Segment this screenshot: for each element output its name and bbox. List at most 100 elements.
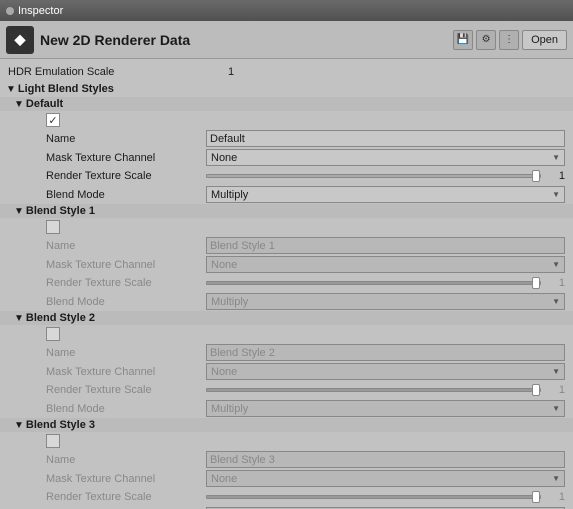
blend1-arrow: ▼	[14, 206, 24, 217]
blend2-rts-track[interactable]	[206, 388, 541, 392]
default-blend-dropdown[interactable]: Multiply ▼	[206, 186, 565, 203]
blend2-blend-dropdown-text: Multiply	[211, 403, 248, 415]
blend1-mask-value: None ▼	[206, 256, 565, 273]
blend3-rts-label: Render Texture Scale	[46, 491, 206, 503]
default-rts-track[interactable]	[206, 174, 541, 178]
blend2-blend-dropdown-arrow: ▼	[552, 404, 560, 413]
blend2-rts-label: Render Texture Scale	[46, 384, 206, 396]
light-blend-styles-header[interactable]: ▼ Light Blend Styles	[0, 81, 573, 97]
default-name-value	[206, 130, 565, 147]
blend3-checkbox[interactable]	[46, 434, 60, 448]
blend2-mask-dropdown-arrow: ▼	[552, 367, 560, 376]
header-buttons: 💾 ⚙ ⋮ Open	[453, 30, 567, 50]
blend3-rts-row: Render Texture Scale 1	[0, 488, 573, 506]
blend2-rts-value: 1	[206, 384, 565, 396]
blend2-rts-thumb[interactable]	[532, 384, 540, 396]
blend2-checkbox[interactable]	[46, 327, 60, 341]
section-blend1: ▼ Blend Style 1 Name Mask Texture Channe…	[0, 204, 573, 311]
default-rts-row: Render Texture Scale 1	[0, 167, 573, 185]
title-icon	[6, 7, 14, 15]
default-rts-slider-value: 1	[545, 170, 565, 182]
title-bar-label: Inspector	[18, 5, 63, 17]
default-blend-label: Blend Mode	[46, 189, 206, 201]
blend1-mask-dropdown-arrow: ▼	[552, 260, 560, 269]
blend2-mask-value: None ▼	[206, 363, 565, 380]
blend3-mask-row: Mask Texture Channel None ▼	[0, 469, 573, 488]
icon-btn-3[interactable]: ⋮	[499, 30, 519, 50]
blend2-label: Blend Style 2	[26, 312, 95, 324]
default-checkbox-row	[0, 111, 573, 129]
default-name-input[interactable]	[206, 130, 565, 147]
blend2-blend-value: Multiply ▼	[206, 400, 565, 417]
blend2-mask-dropdown-text: None	[211, 366, 237, 378]
blend1-name-input[interactable]	[206, 237, 565, 254]
subsection-blend3-header[interactable]: ▼ Blend Style 3	[0, 418, 573, 432]
blend1-blend-label: Blend Mode	[46, 296, 206, 308]
blend1-mask-label: Mask Texture Channel	[46, 259, 206, 271]
blend3-name-row: Name	[0, 450, 573, 469]
content: HDR Emulation Scale 1 ▼ Light Blend Styl…	[0, 59, 573, 509]
blend1-rts-slider-wrap: 1	[206, 277, 565, 289]
blend1-blend-dropdown[interactable]: Multiply ▼	[206, 293, 565, 310]
blend2-name-input[interactable]	[206, 344, 565, 361]
default-rts-label: Render Texture Scale	[46, 170, 206, 182]
blend3-rts-slider-wrap: 1	[206, 491, 565, 503]
default-rts-thumb[interactable]	[532, 170, 540, 182]
blend2-name-value	[206, 344, 565, 361]
blend3-mask-dropdown[interactable]: None ▼	[206, 470, 565, 487]
default-mask-dropdown[interactable]: None ▼	[206, 149, 565, 166]
blend3-arrow: ▼	[14, 420, 24, 431]
default-checkbox[interactable]	[46, 113, 60, 127]
light-blend-styles-arrow: ▼	[6, 84, 16, 95]
blend3-checkbox-row	[0, 432, 573, 450]
blend1-rts-value: 1	[206, 277, 565, 289]
default-label: Default	[26, 98, 63, 110]
blend1-checkbox-row	[0, 218, 573, 236]
blend1-mask-dropdown-text: None	[211, 259, 237, 271]
default-rts-value: 1	[206, 170, 565, 182]
header-left: ◆ New 2D Renderer Data	[6, 26, 190, 54]
hdr-row: HDR Emulation Scale 1	[0, 63, 573, 81]
blend3-rts-track[interactable]	[206, 495, 541, 499]
blend3-name-input[interactable]	[206, 451, 565, 468]
icon-btn-1[interactable]: 💾	[453, 30, 473, 50]
title-bar: Inspector	[0, 0, 573, 21]
default-mask-row: Mask Texture Channel None ▼	[0, 148, 573, 167]
blend3-rts-slider-value: 1	[545, 491, 565, 503]
subsection-blend2-header[interactable]: ▼ Blend Style 2	[0, 311, 573, 325]
blend2-mask-dropdown[interactable]: None ▼	[206, 363, 565, 380]
blend3-mask-dropdown-text: None	[211, 473, 237, 485]
default-mask-value: None ▼	[206, 149, 565, 166]
blend1-name-row: Name	[0, 236, 573, 255]
blend1-rts-thumb[interactable]	[532, 277, 540, 289]
section-default: ▼ Default Name Mask Texture Channel None…	[0, 97, 573, 204]
subsection-blend1-header[interactable]: ▼ Blend Style 1	[0, 204, 573, 218]
blend2-arrow: ▼	[14, 313, 24, 324]
open-button[interactable]: Open	[522, 30, 567, 50]
hdr-value: 1	[228, 66, 565, 78]
blend2-rts-row: Render Texture Scale 1	[0, 381, 573, 399]
default-blend-dropdown-arrow: ▼	[552, 190, 560, 199]
blend1-blend-row: Blend Mode Multiply ▼	[0, 292, 573, 311]
blend1-rts-label: Render Texture Scale	[46, 277, 206, 289]
header: ◆ New 2D Renderer Data 💾 ⚙ ⋮ Open	[0, 21, 573, 59]
blend3-label: Blend Style 3	[26, 419, 95, 431]
blend2-checkbox-row	[0, 325, 573, 343]
default-blend-value: Multiply ▼	[206, 186, 565, 203]
subsection-default-header[interactable]: ▼ Default	[0, 97, 573, 111]
blend1-checkbox[interactable]	[46, 220, 60, 234]
default-name-row: Name	[0, 129, 573, 148]
light-blend-styles-label: Light Blend Styles	[18, 83, 114, 95]
blend1-rts-track[interactable]	[206, 281, 541, 285]
blend2-blend-label: Blend Mode	[46, 403, 206, 415]
icon-btn-2[interactable]: ⚙	[476, 30, 496, 50]
blend3-rts-thumb[interactable]	[532, 491, 540, 503]
blend3-mask-label: Mask Texture Channel	[46, 473, 206, 485]
blend1-mask-dropdown[interactable]: None ▼	[206, 256, 565, 273]
blend3-name-value	[206, 451, 565, 468]
blend1-blend-value: Multiply ▼	[206, 293, 565, 310]
section-blend3: ▼ Blend Style 3 Name Mask Texture Channe…	[0, 418, 573, 509]
blend1-name-label: Name	[46, 240, 206, 252]
hdr-label: HDR Emulation Scale	[8, 66, 228, 78]
blend2-blend-dropdown[interactable]: Multiply ▼	[206, 400, 565, 417]
